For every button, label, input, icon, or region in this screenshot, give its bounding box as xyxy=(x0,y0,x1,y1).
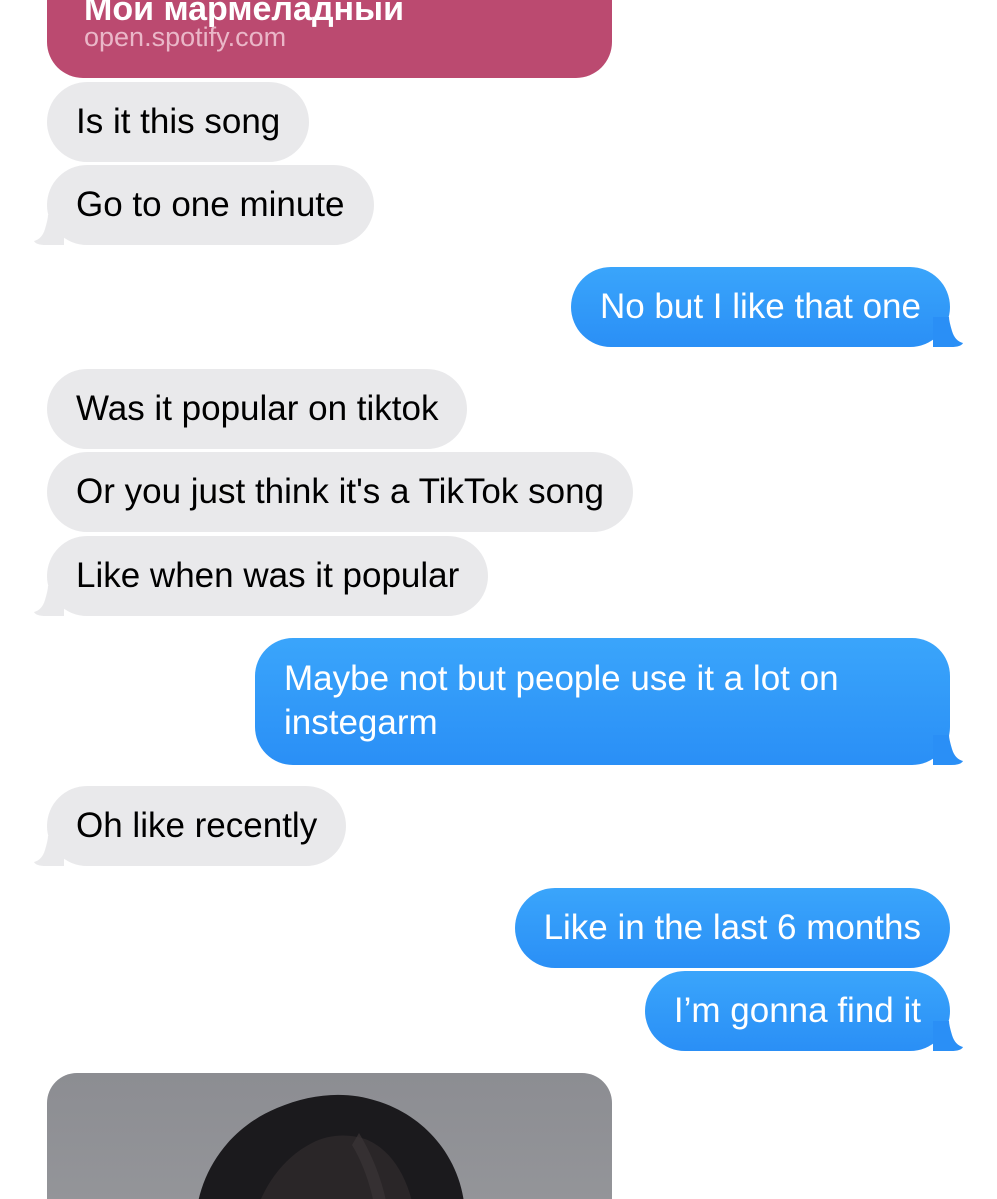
photo-attachment[interactable] xyxy=(47,1073,612,1199)
outgoing-message[interactable]: Maybe not but people use it a lot on ins… xyxy=(255,638,963,765)
message-thread: Мой мармеладный open.spotify.com Is it t… xyxy=(0,0,997,1199)
incoming-message[interactable]: Oh like recently xyxy=(34,786,347,866)
incoming-message[interactable]: Is it this song xyxy=(47,82,310,162)
incoming-message[interactable]: Go to one minute xyxy=(34,165,374,245)
message-text: Or you just think it's a TikTok song xyxy=(76,472,605,511)
outgoing-message[interactable]: Like in the last 6 months xyxy=(514,888,950,968)
message-text: Go to one minute xyxy=(76,185,345,224)
bubble-tail-icon xyxy=(933,1021,963,1051)
incoming-message[interactable]: Or you just think it's a TikTok song xyxy=(47,452,634,532)
bubble-tail-icon xyxy=(34,215,64,245)
bubble-tail-icon xyxy=(34,586,64,616)
bubble-tail-icon xyxy=(34,836,64,866)
message-text: Maybe not but people use it a lot on ins… xyxy=(284,659,839,742)
spotify-link-preview[interactable]: Мой мармеладный open.spotify.com xyxy=(47,0,612,78)
incoming-message[interactable]: Like when was it popular xyxy=(34,536,489,616)
incoming-message[interactable]: Was it popular on tiktok xyxy=(47,369,468,449)
bubble-tail-icon xyxy=(933,317,963,347)
message-text: Like when was it popular xyxy=(76,556,460,595)
photo-attachment-icon xyxy=(198,1094,464,1199)
message-text: Like in the last 6 months xyxy=(543,908,921,947)
outgoing-message[interactable]: I’m gonna find it xyxy=(644,971,963,1051)
message-text: Is it this song xyxy=(76,102,281,141)
message-text: No but I like that one xyxy=(599,287,921,326)
message-text: Was it popular on tiktok xyxy=(76,389,439,428)
outgoing-message[interactable]: No but I like that one xyxy=(570,267,963,347)
bubble-tail-icon xyxy=(933,735,963,765)
message-text: I’m gonna find it xyxy=(673,991,921,1030)
link-preview-domain: open.spotify.com xyxy=(84,22,287,52)
message-text: Oh like recently xyxy=(76,806,318,845)
